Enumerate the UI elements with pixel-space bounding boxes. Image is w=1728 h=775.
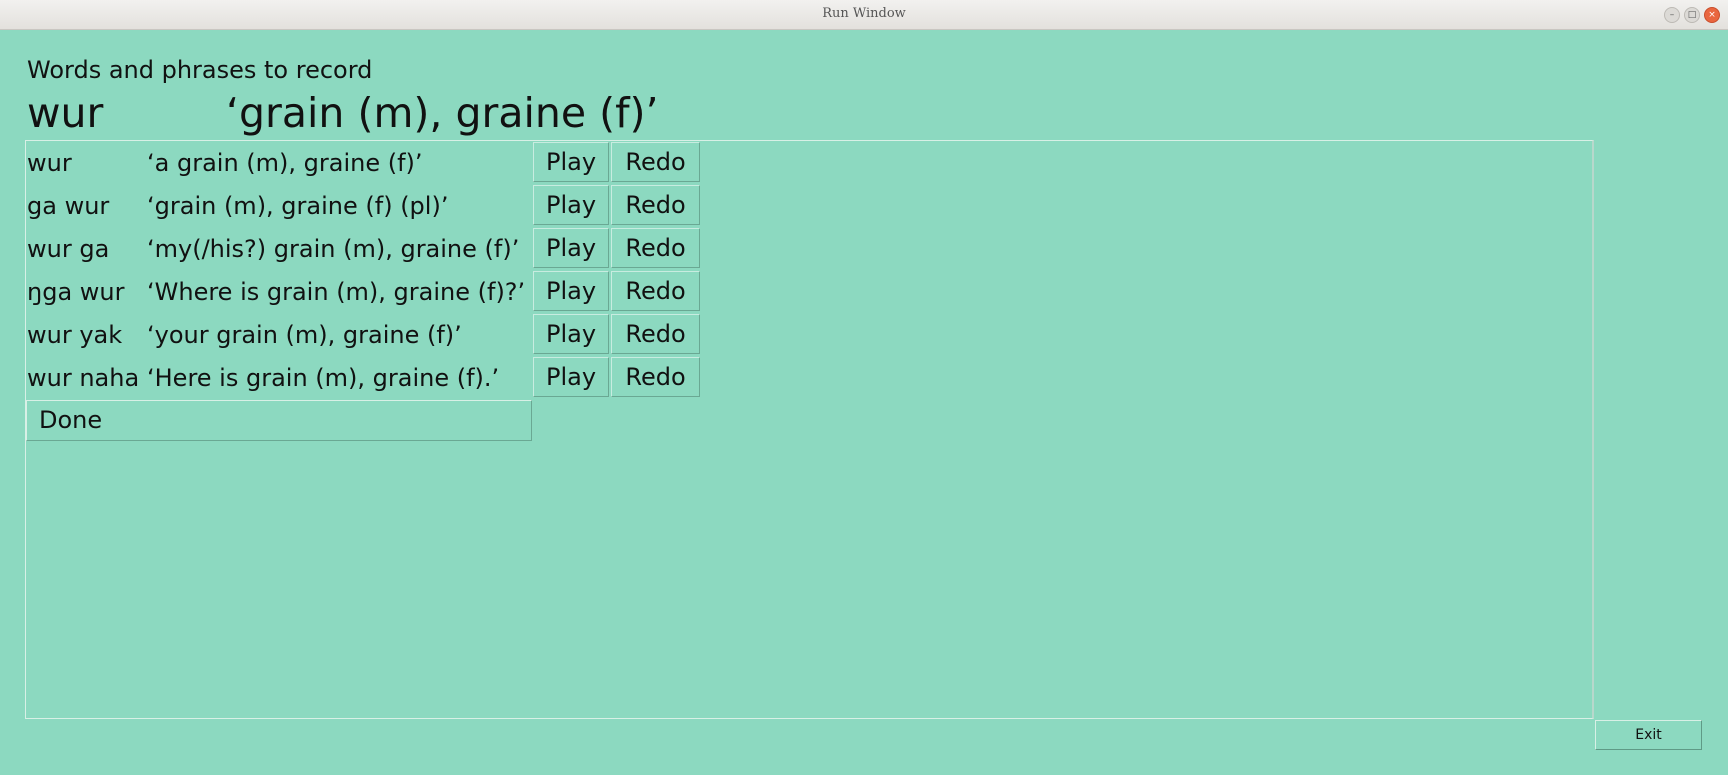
recording-row: ga wur ‘grain (m), graine (f) (pl)’ Play…	[26, 184, 702, 226]
redo-button[interactable]: Redo	[611, 271, 700, 311]
row-gloss: ‘grain (m), graine (f) (pl)’	[147, 192, 449, 220]
play-button[interactable]: Play	[533, 185, 609, 225]
redo-button[interactable]: Redo	[611, 357, 700, 397]
redo-button[interactable]: Redo	[611, 185, 700, 225]
redo-button[interactable]: Redo	[611, 142, 700, 182]
row-word: ŋga wur	[27, 278, 125, 306]
play-button[interactable]: Play	[533, 271, 609, 311]
recording-row: wur ga ‘my(/his?) grain (m), graine (f)’…	[26, 227, 702, 269]
recording-row: wur yak ‘your grain (m), graine (f)’ Pla…	[26, 313, 702, 355]
page-heading: Words and phrases to record	[27, 56, 373, 84]
recording-row: ŋga wur ‘Where is grain (m), graine (f)?…	[26, 270, 702, 312]
done-button[interactable]: Done	[26, 400, 532, 441]
exit-button[interactable]: Exit	[1595, 720, 1702, 750]
window-titlebar: Run Window – □ ×	[0, 0, 1728, 30]
current-gloss: ‘grain (m), graine (f)’	[226, 89, 659, 137]
window-title: Run Window	[822, 6, 906, 21]
row-word: wur yak	[27, 321, 123, 349]
row-word: wur ga	[27, 235, 110, 263]
row-word: wur naha	[27, 364, 140, 392]
row-gloss: ‘my(/his?) grain (m), graine (f)’	[147, 235, 520, 263]
play-button[interactable]: Play	[533, 228, 609, 268]
recording-row: wur ‘a grain (m), graine (f)’ Play Redo	[26, 141, 702, 183]
row-word: ga wur	[27, 192, 110, 220]
play-button[interactable]: Play	[533, 357, 609, 397]
play-button[interactable]: Play	[533, 142, 609, 182]
row-gloss: ‘your grain (m), graine (f)’	[147, 321, 462, 349]
row-gloss: ‘a grain (m), graine (f)’	[147, 149, 423, 177]
maximize-icon[interactable]: □	[1684, 7, 1700, 23]
row-word: wur	[27, 149, 72, 177]
redo-button[interactable]: Redo	[611, 314, 700, 354]
current-word: wur	[27, 89, 104, 137]
play-button[interactable]: Play	[533, 314, 609, 354]
row-gloss: ‘Where is grain (m), graine (f)?’	[147, 278, 526, 306]
minimize-icon[interactable]: –	[1664, 7, 1680, 23]
close-icon[interactable]: ×	[1704, 7, 1720, 23]
redo-button[interactable]: Redo	[611, 228, 700, 268]
recording-row: wur naha ‘Here is grain (m), graine (f).…	[26, 356, 702, 398]
row-gloss: ‘Here is grain (m), graine (f).’	[147, 364, 500, 392]
